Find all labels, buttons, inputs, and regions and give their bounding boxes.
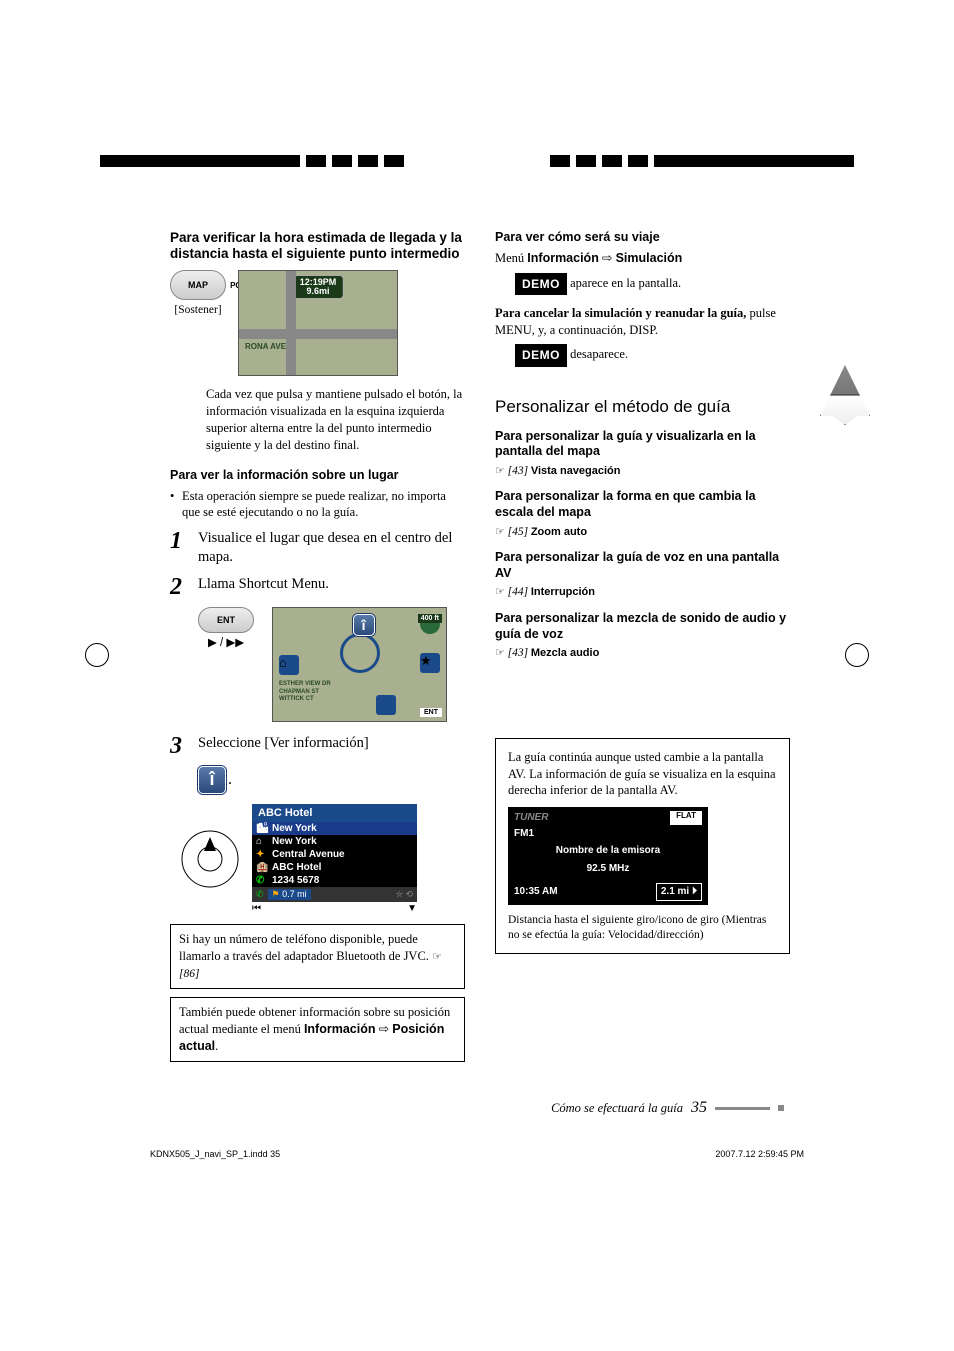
hotel-row: 🏨ABC Hotel <box>252 861 417 874</box>
info-icon: î <box>198 766 226 794</box>
page-footer: Cómo se efectuará la guía 35 <box>551 1099 784 1117</box>
page-content: Para verificar la hora estimada de llega… <box>170 230 790 1070</box>
crosshair-right <box>845 643 869 667</box>
av-caption: Distancia hasta el siguiente giro/icono … <box>508 913 777 943</box>
heading-vertrip: Para ver cómo será su viaje <box>495 230 790 246</box>
av-distance-badge: 2.1 mi ⏵ <box>656 883 702 901</box>
prev-track-icon: ⏮ <box>252 903 261 914</box>
av-intro-text: La guía continúa aunque usted cambie a l… <box>508 749 777 800</box>
step-2-text: Llama Shortcut Menu. <box>198 575 329 594</box>
footer-page-number: 35 <box>691 1099 707 1117</box>
print-footer: KDNX505_J_navi_SP_1.indd 35 2007.7.12 2:… <box>150 1149 804 1159</box>
eta-description: Cada vez que pulsa y mantiene pulsado el… <box>206 386 465 454</box>
print-filename: KDNX505_J_navi_SP_1.indd 35 <box>150 1149 280 1159</box>
heading-verinfolugar: Para ver la información sobre un lugar <box>170 468 465 484</box>
heading-eta: Para verificar la hora estimada de llega… <box>170 230 465 262</box>
step-3-number: 3 <box>170 734 188 758</box>
info-bullet: Esta operación siempre se puede realizar… <box>182 488 465 522</box>
footer-section-title: Cómo se efectuará la guía <box>551 1101 683 1116</box>
hotel-row: ✦Central Avenue <box>252 848 417 861</box>
screenshot-hotel-info: ABC Hotel 🏙New York ⌂New York ✦Central A… <box>252 804 417 902</box>
heading-p3: Para personalizar la guía de voz en una … <box>495 550 790 581</box>
hotel-title: ABC Hotel <box>252 804 417 822</box>
hotel-row: ⌂New York <box>252 835 417 848</box>
demo-badge: DEMO <box>515 273 567 295</box>
screenshot-shortcut-menu: î ⌂ ★ 400 ft ENT ESTHER VIEW DR CHAPMAN … <box>272 607 447 722</box>
av-clock: 10:35 AM <box>514 885 558 899</box>
step-1-text: Visualice el lugar que desea en el centr… <box>198 529 465 567</box>
map-button[interactable]: MAP <box>170 270 226 300</box>
nav-arrow-icon <box>820 365 870 425</box>
disc-icon <box>180 829 240 889</box>
shortcut-scale-badge: 400 ft <box>418 614 442 623</box>
hotel-row: 🏙New York <box>252 822 417 835</box>
heading-personalizar: Personalizar el método de guía <box>495 397 790 417</box>
print-timestamp: 2007.7.12 2:59:45 PM <box>715 1149 804 1159</box>
left-column: Para verificar la hora estimada de llega… <box>170 230 465 1070</box>
note-phone: Si hay un número de teléfono disponible,… <box>170 924 465 989</box>
note-position: También puede obtener información sobre … <box>170 997 465 1062</box>
demo-badge: DEMO <box>515 344 567 366</box>
down-arrow-icon: ▼ <box>407 903 417 914</box>
eta-roadname: RONA AVE <box>245 342 286 351</box>
screenshot-av-screen: TUNERFLAT FM1 Nombre de la emisora 92.5 … <box>508 807 708 905</box>
screenshot-map-eta: 12:19PM9.6mi RONA AVE <box>238 270 398 376</box>
step-1-number: 1 <box>170 529 188 553</box>
heading-p4: Para personalizar la mezcla de sonido de… <box>495 611 790 642</box>
ent-button[interactable]: ENT <box>198 607 254 633</box>
shortcut-ent-label: ENT <box>420 708 442 717</box>
heading-p1: Para personalizar la guía y visualizarla… <box>495 429 790 460</box>
step-2-number: 2 <box>170 575 188 599</box>
right-column: Para ver cómo será su viaje Menú Informa… <box>495 230 790 1070</box>
heading-p2: Para personalizar la forma en que cambia… <box>495 489 790 520</box>
step-3-text: Seleccione [Ver información] <box>198 734 369 753</box>
crosshair-left <box>85 643 109 667</box>
hotel-row: ✆1234 5678 <box>252 874 417 887</box>
eta-time-badge: 12:19PM9.6mi <box>293 275 344 299</box>
print-registration-marks <box>0 155 954 175</box>
hold-label: [Sostener] <box>170 304 226 316</box>
ent-sublabel: ▶ / ▶▶ <box>198 635 254 649</box>
av-info-box: La guía continúa aunque usted cambie a l… <box>495 738 790 954</box>
